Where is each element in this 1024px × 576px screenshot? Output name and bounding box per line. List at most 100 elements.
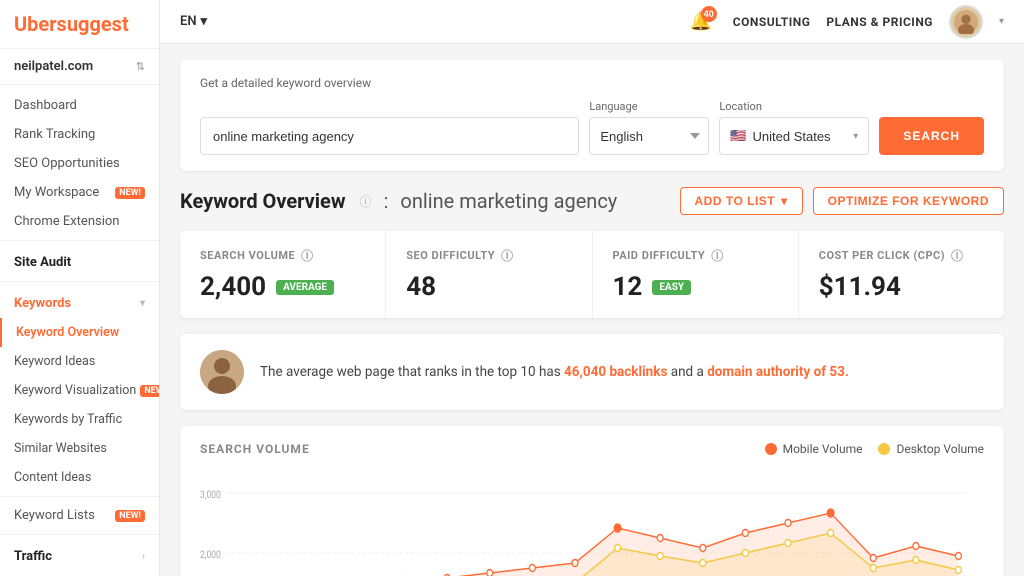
sidebar-section-backlinks[interactable]: Backlinks › <box>0 571 159 576</box>
desktop-dot <box>615 545 621 552</box>
sidebar-item-keyword-viz[interactable]: Keyword Visualization NEW! <box>0 376 159 405</box>
search-row: Language English Spanish French Location… <box>200 100 984 155</box>
sidebar-item-workspace[interactable]: My Workspace NEW! <box>0 178 159 207</box>
search-volume-label: SEARCH VOLUME ⓘ <box>200 247 365 264</box>
mobile-volume-label: Mobile Volume <box>783 442 863 456</box>
desktop-dot <box>700 560 706 567</box>
language-field-label: Language <box>589 100 709 113</box>
topbar-right: 🔔 40 CONSULTING PLANS & PRICING ▾ <box>685 5 1004 39</box>
mobile-dot <box>742 530 748 537</box>
info-banner: The average web page that ranks in the t… <box>180 334 1004 410</box>
sidebar-section-keywords[interactable]: Keywords ▾ <box>0 286 159 318</box>
paid-difficulty-value: 12 EASY <box>613 272 778 302</box>
sidebar-item-seo-opportunities[interactable]: SEO Opportunities <box>0 149 159 178</box>
search-volume-chart-card: SEARCH VOLUME Mobile Volume Desktop Volu… <box>180 426 1004 576</box>
add-to-list-button[interactable]: ADD TO LIST ▾ <box>680 187 803 215</box>
mobile-volume-dot-icon <box>765 443 777 455</box>
sidebar-item-similar-websites[interactable]: Similar Websites <box>0 434 159 463</box>
add-list-arrow-icon: ▾ <box>781 194 788 208</box>
main-area: EN ▾ 🔔 40 CONSULTING PLANS & PRICING ▾ <box>160 0 1024 576</box>
keywords-chevron-icon: ▾ <box>140 298 145 309</box>
mobile-dot <box>913 543 919 550</box>
sidebar-item-keyword-lists[interactable]: Keyword Lists NEW! <box>0 501 159 530</box>
language-field: Language English Spanish French <box>589 100 709 155</box>
svg-text:2,000: 2,000 <box>200 549 221 561</box>
mobile-dot <box>487 570 493 576</box>
sidebar: Ubersuggest neilpatel.com ⇅ Dashboard Ra… <box>0 0 160 576</box>
mobile-dot <box>870 555 876 562</box>
sidebar-section-traffic[interactable]: Traffic › <box>0 539 159 571</box>
chart-legend: Mobile Volume Desktop Volume <box>765 442 984 456</box>
avatar[interactable] <box>949 5 983 39</box>
keyword-search-input[interactable] <box>200 117 579 155</box>
chart-area: 3,000 2,000 <box>200 468 984 576</box>
optimize-keyword-button[interactable]: OPTIMIZE FOR KEYWORD <box>813 187 1004 215</box>
sidebar-item-chrome-ext[interactable]: Chrome Extension <box>0 207 159 236</box>
sv-info-icon[interactable]: ⓘ <box>301 247 314 264</box>
notification-badge: 40 <box>701 6 717 22</box>
search-volume-value: 2,400 AVERAGE <box>200 272 365 302</box>
keyword-actions: ADD TO LIST ▾ OPTIMIZE FOR KEYWORD <box>680 187 1005 215</box>
consulting-nav-item[interactable]: CONSULTING <box>733 15 811 29</box>
lang-arrow-icon: ▾ <box>201 14 208 29</box>
location-field: Location 🇺🇸 United States United Kingdom… <box>719 100 869 155</box>
metric-card-cpc: COST PER CLICK (CPC) ⓘ $11.94 <box>799 231 1004 318</box>
kw-viz-new-badge: NEW! <box>140 385 160 397</box>
traffic-chevron-icon: › <box>142 551 145 562</box>
desktop-dot <box>657 553 663 560</box>
mobile-dot <box>955 553 961 560</box>
location-select-wrap: 🇺🇸 United States United Kingdom Canada ▾ <box>719 117 869 155</box>
keyword-colon: : <box>384 189 389 213</box>
location-select[interactable]: United States United Kingdom Canada <box>753 129 848 144</box>
domain-name: neilpatel.com <box>14 59 93 74</box>
keyword-search-card: Get a detailed keyword overview Language… <box>180 60 1004 171</box>
metric-card-search-volume: SEARCH VOLUME ⓘ 2,400 AVERAGE <box>180 231 386 318</box>
sd-info-icon[interactable]: ⓘ <box>501 247 514 264</box>
sidebar-item-keywords-traffic[interactable]: Keywords by Traffic <box>0 405 159 434</box>
mobile-dot-peak <box>827 509 834 517</box>
search-button[interactable]: SEARCH <box>879 117 984 155</box>
info-text: The average web page that ranks in the t… <box>260 362 849 382</box>
search-input-wrap <box>200 117 579 155</box>
topbar: EN ▾ 🔔 40 CONSULTING PLANS & PRICING ▾ <box>160 0 1024 44</box>
avatar-arrow-icon[interactable]: ▾ <box>999 16 1004 27</box>
search-volume-avg-badge: AVERAGE <box>276 280 334 295</box>
sidebar-item-rank-tracking[interactable]: Rank Tracking <box>0 120 159 149</box>
domain-selector[interactable]: neilpatel.com ⇅ <box>0 49 159 85</box>
mobile-dot <box>572 560 578 567</box>
domain-arrow-icon: ⇅ <box>136 60 145 73</box>
keyword-overview-header: Keyword Overview ⓘ : online marketing ag… <box>180 187 1004 215</box>
sidebar-item-keyword-ideas[interactable]: Keyword Ideas <box>0 347 159 376</box>
mobile-dot <box>700 545 706 552</box>
desktop-volume-label: Desktop Volume <box>896 442 984 456</box>
sidebar-item-content-ideas[interactable]: Content Ideas <box>0 463 159 492</box>
seo-difficulty-value: 48 <box>406 272 571 302</box>
language-selector[interactable]: EN ▾ <box>180 14 207 29</box>
sidebar-item-dashboard[interactable]: Dashboard <box>0 91 159 120</box>
pd-info-icon[interactable]: ⓘ <box>711 247 724 264</box>
chart-svg: 3,000 2,000 <box>200 468 984 576</box>
sidebar-item-keyword-overview[interactable]: Keyword Overview <box>0 318 159 347</box>
desktop-dot <box>955 567 961 574</box>
backlinks-highlight: 46,040 backlinks <box>564 364 667 380</box>
mobile-dot-highlight <box>614 524 621 532</box>
loc-arrow-icon: ▾ <box>853 131 858 142</box>
chart-header: SEARCH VOLUME Mobile Volume Desktop Volu… <box>200 442 984 456</box>
plans-pricing-nav-item[interactable]: PLANS & PRICING <box>826 15 933 29</box>
language-select[interactable]: English Spanish French <box>589 117 709 155</box>
domain-authority-highlight: domain authority of 53. <box>707 364 849 380</box>
paid-difficulty-label: PAID DIFFICULTY ⓘ <box>613 247 778 264</box>
cpc-info-icon[interactable]: ⓘ <box>951 247 964 264</box>
mobile-dot <box>785 520 791 527</box>
topbar-left: EN ▾ <box>180 14 207 29</box>
sidebar-section-site-audit[interactable]: Site Audit <box>0 245 159 277</box>
desktop-dot <box>913 557 919 564</box>
desktop-dot <box>870 565 876 572</box>
sidebar-logo: Ubersuggest <box>0 0 159 49</box>
kw-title-info-icon[interactable]: ⓘ <box>360 193 372 210</box>
keyword-overview-title: Keyword Overview <box>180 189 346 213</box>
neil-patel-avatar <box>200 350 244 394</box>
desktop-dot <box>785 540 791 547</box>
notification-button[interactable]: 🔔 40 <box>685 6 717 38</box>
metric-card-seo-difficulty: SEO DIFFICULTY ⓘ 48 <box>386 231 592 318</box>
